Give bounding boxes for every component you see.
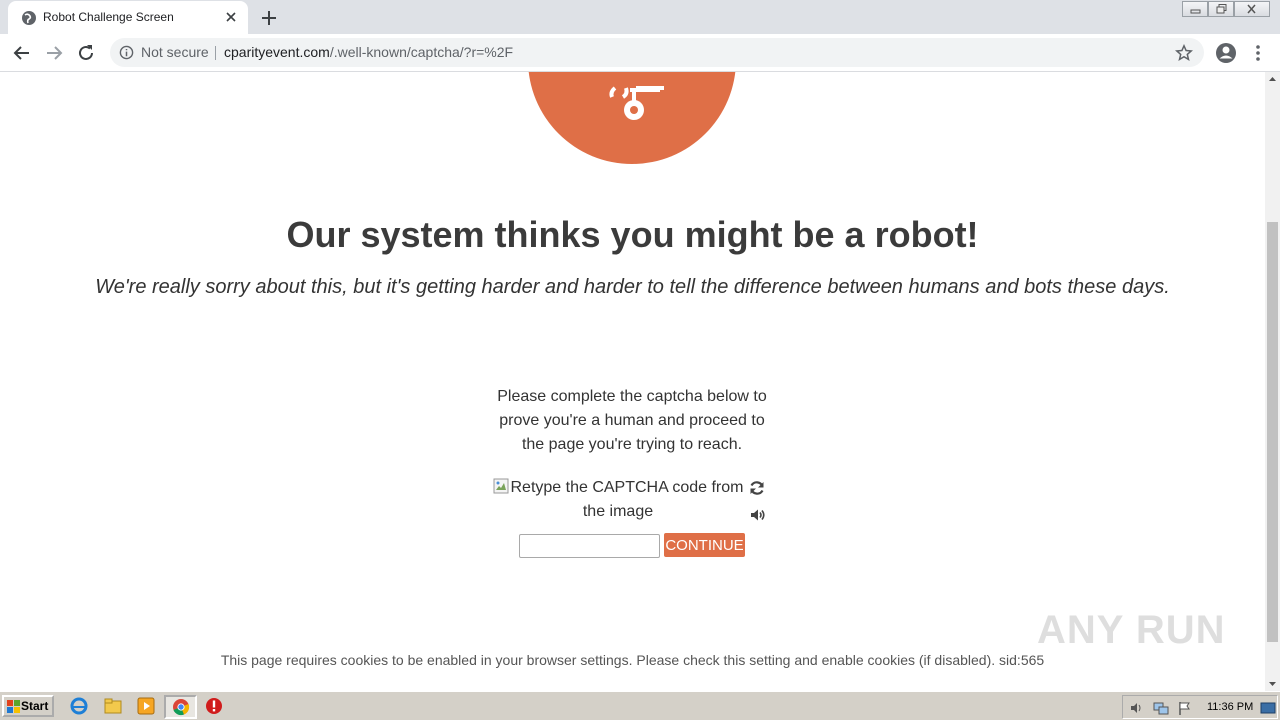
page-viewport: Our system thinks you might be a robot! … <box>0 72 1265 691</box>
tab-strip: Robot Challenge Screen <box>0 0 1280 34</box>
url-text[interactable]: cparityevent.com/.well-known/captcha/?r=… <box>224 44 513 60</box>
windows-logo-icon <box>7 700 20 713</box>
restore-button[interactable] <box>1208 1 1234 17</box>
clock[interactable]: 11:36 PM <box>1207 701 1253 713</box>
os-taskbar: Start 11:36 PM <box>0 691 1280 720</box>
tab-active[interactable]: Robot Challenge Screen <box>8 1 248 34</box>
page-title: Our system thinks you might be a robot! <box>286 214 979 255</box>
address-bar[interactable]: Not secure cparityevent.com/.well-known/… <box>110 38 1204 67</box>
minimize-button[interactable] <box>1182 1 1208 17</box>
new-tab-icon[interactable] <box>259 8 279 28</box>
robot-icon <box>609 86 664 120</box>
info-icon[interactable] <box>119 45 134 60</box>
scroll-up-arrow-icon[interactable] <box>1265 72 1280 87</box>
refresh-captcha-icon[interactable] <box>748 479 766 497</box>
cookie-notice: This page requires cookies to be enabled… <box>220 652 1045 668</box>
kebab-menu-icon[interactable] <box>1250 43 1266 63</box>
restore-icon <box>1216 4 1227 14</box>
start-label: Start <box>21 699 49 713</box>
profile-avatar-icon[interactable] <box>1215 42 1237 64</box>
robot-illustration <box>528 72 736 164</box>
forward-icon[interactable] <box>43 42 65 64</box>
scroll-thumb[interactable] <box>1267 222 1278 642</box>
media-player-icon[interactable] <box>137 697 155 715</box>
close-window-button[interactable] <box>1234 1 1270 17</box>
captcha-alt-text: Retype the CAPTCHA code from the image <box>510 479 744 520</box>
security-status[interactable]: Not secure <box>141 44 209 60</box>
action-center-flag-icon[interactable] <box>1177 700 1193 716</box>
network-icon[interactable] <box>1153 700 1169 716</box>
system-tray: 11:36 PM <box>1122 695 1278 719</box>
continue-button[interactable]: CONTINUE <box>664 533 745 557</box>
captcha-instructions: Please complete the captcha below to pro… <box>497 388 767 453</box>
bookmark-star-icon[interactable] <box>1175 44 1193 62</box>
close-tab-icon[interactable] <box>223 9 239 25</box>
url-host: cparityevent.com <box>224 44 330 60</box>
minimize-icon <box>1190 9 1201 14</box>
back-icon[interactable] <box>11 42 33 64</box>
taskbar-chrome-button[interactable] <box>164 695 197 719</box>
show-desktop-icon[interactable] <box>1260 700 1276 716</box>
stop-sign-icon[interactable] <box>205 697 223 715</box>
captcha-input[interactable] <box>519 534 660 558</box>
globe-icon <box>22 11 36 25</box>
reload-icon[interactable] <box>75 42 97 64</box>
browser-toolbar: Not secure cparityevent.com/.well-known/… <box>0 34 1280 72</box>
page-subtitle: We're really sorry about this, but it's … <box>95 276 1170 298</box>
page-scrollbar[interactable] <box>1265 72 1280 691</box>
broken-image-icon <box>493 478 508 494</box>
audio-captcha-icon[interactable] <box>749 506 767 524</box>
close-icon <box>1247 4 1256 14</box>
anyrun-watermark-logo: ANY RUN <box>1037 608 1226 652</box>
captcha-image: Retype the CAPTCHA code from the image <box>490 476 746 524</box>
file-explorer-icon[interactable] <box>104 697 122 715</box>
start-button[interactable]: Start <box>2 695 54 717</box>
internet-explorer-icon[interactable] <box>70 697 88 715</box>
url-path: /.well-known/captcha/?r=%2F <box>329 44 514 60</box>
omnibox-divider <box>215 46 216 60</box>
volume-icon[interactable] <box>1129 700 1145 716</box>
scroll-down-arrow-icon[interactable] <box>1265 676 1280 691</box>
chrome-icon <box>173 699 190 716</box>
tab-title: Robot Challenge Screen <box>43 10 174 24</box>
